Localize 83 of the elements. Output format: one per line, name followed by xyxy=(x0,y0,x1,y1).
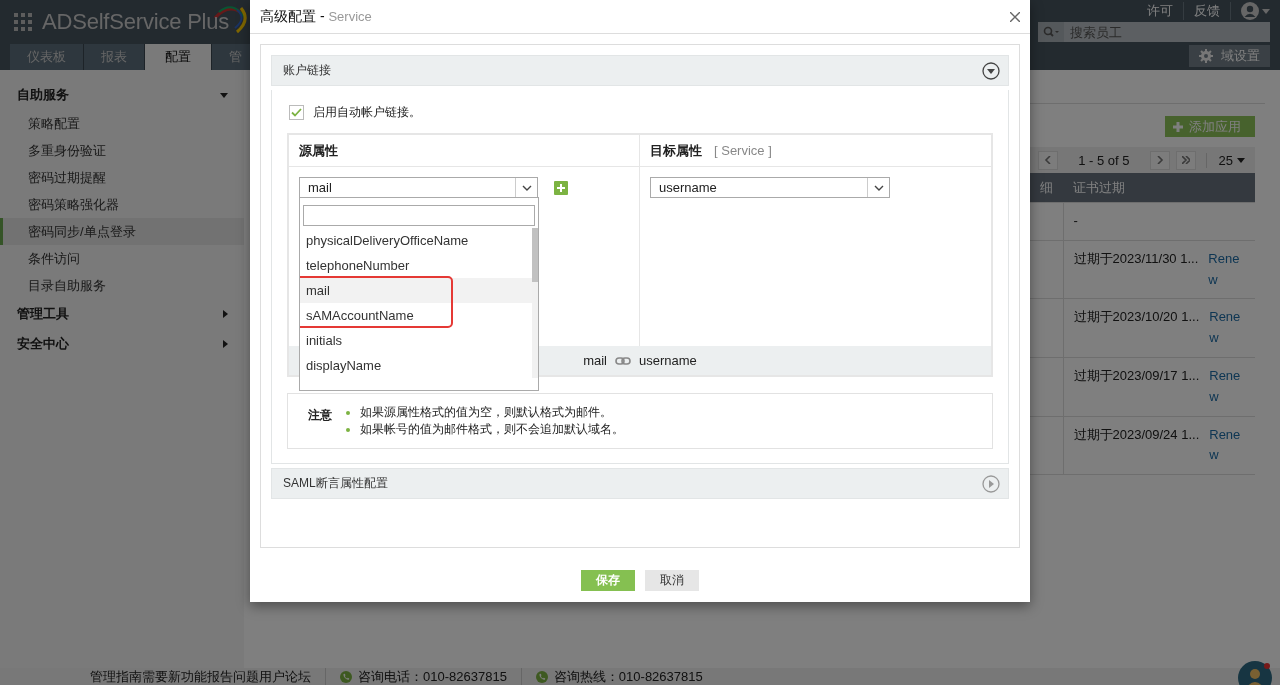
link-icon xyxy=(615,355,631,366)
dropdown-option[interactable]: mail xyxy=(300,278,532,303)
double-chevron-icon xyxy=(1181,156,1190,164)
sidebar-group[interactable]: 管理工具 xyxy=(0,299,244,329)
table-cell-text: 过期于2023/09/17 1... xyxy=(1073,367,1200,385)
dropdown-option[interactable]: displayName xyxy=(300,353,532,378)
attribute-dropdown[interactable]: username xyxy=(650,177,890,198)
domain-settings-button[interactable]: 域设置 xyxy=(1189,45,1270,67)
dialog-title: 高级配置 - Service xyxy=(260,7,372,26)
sidebar-group[interactable]: 自助服务 xyxy=(0,80,244,110)
plus-icon xyxy=(1173,121,1183,132)
pager-button[interactable] xyxy=(1175,150,1196,170)
chevron-down-icon xyxy=(873,184,884,191)
circle-caret-down-icon[interactable] xyxy=(982,61,1000,80)
footer-links[interactable]: 管理指南需要新功能报告问题用户论坛 xyxy=(90,667,325,685)
phone-icon xyxy=(535,670,548,683)
section-header[interactable]: SAML断言属性配置 xyxy=(271,468,1009,499)
section-header[interactable]: 账户链接 xyxy=(271,55,1009,86)
header-link[interactable]: 反馈 xyxy=(1184,2,1231,20)
renew-link[interactable]: Renew xyxy=(1208,248,1243,291)
chevron-down-icon xyxy=(521,184,532,191)
caret-down-icon xyxy=(220,92,228,98)
caret-right-icon xyxy=(223,340,228,348)
sidebar-item[interactable]: 目录自助服务 xyxy=(0,272,244,299)
page-size-dropdown[interactable]: 25 xyxy=(1205,152,1245,168)
table-cell-text: 过期于2023/10/20 1... xyxy=(1073,308,1200,327)
checkbox[interactable] xyxy=(289,105,304,120)
cancel-button[interactable]: 取消 xyxy=(645,569,699,591)
gear-icon xyxy=(1199,49,1213,63)
dropdown-option[interactable]: physicalDeliveryOfficeName xyxy=(300,228,532,253)
caret-icon[interactable] xyxy=(1262,8,1270,14)
dropdown-option[interactable]: initials xyxy=(300,328,532,353)
phone-icon xyxy=(340,670,352,683)
caret-icon xyxy=(1237,157,1245,163)
page-range: 1 - 5 of 5 xyxy=(1077,152,1131,168)
dropdown-option[interactable]: sAMAccountName xyxy=(300,303,532,328)
sidebar-item[interactable]: 密码策略强化器 xyxy=(0,191,244,218)
dropdown-search-field[interactable] xyxy=(303,205,535,226)
chevron-left-icon xyxy=(1044,156,1053,164)
table-cell-text: 过期于2023/11/30 1... xyxy=(1073,249,1199,268)
close-icon[interactable] xyxy=(1010,11,1020,22)
target-app-label: [ Service ] xyxy=(714,143,772,158)
table-cell-text: 过期于2023/09/24 1... xyxy=(1073,425,1200,444)
mapping-source: mail xyxy=(583,353,607,368)
footer-text: 咨询热线：010-82637815 xyxy=(553,667,703,685)
chevron-right-icon xyxy=(1155,156,1164,164)
note-text: 如果帐号的值为邮件格式，则不会追加默认域名。 xyxy=(360,422,624,437)
nav-tab[interactable]: 配置 xyxy=(145,44,212,70)
product-logo: ADSelfService Plus xyxy=(42,9,230,35)
sidebar-item[interactable]: 密码过期提醒 xyxy=(0,164,244,191)
pager-button[interactable] xyxy=(1038,150,1059,170)
user-avatar-icon[interactable] xyxy=(1241,2,1259,20)
add-icon[interactable] xyxy=(554,180,568,195)
save-button[interactable]: 保存 xyxy=(581,569,635,591)
pager-button[interactable] xyxy=(1149,150,1170,170)
column-header: 证书过期 xyxy=(1063,173,1255,203)
renew-link[interactable]: Renew xyxy=(1209,307,1244,349)
apps-grid-icon[interactable] xyxy=(14,13,32,31)
sidebar-group[interactable]: 安全中心 xyxy=(0,329,244,359)
sidebar-item[interactable]: 多重身份验证 xyxy=(0,137,244,164)
sidebar-item[interactable]: 密码同步/单点登录 xyxy=(0,218,244,245)
renew-link[interactable]: Renew xyxy=(1209,366,1244,408)
attribute-dropdown[interactable]: mail xyxy=(299,177,538,198)
note-label: 注意 xyxy=(308,407,332,424)
renew-link[interactable]: Renew xyxy=(1209,424,1244,467)
scrollbar-thumb[interactable] xyxy=(532,228,538,282)
header-link[interactable]: 许可 xyxy=(1137,2,1184,20)
search-icon[interactable] xyxy=(1043,26,1059,38)
dropdown-option[interactable]: telephoneNumber xyxy=(300,253,532,278)
circle-play-icon[interactable] xyxy=(982,474,1000,493)
checkbox-label: 启用自动帐户链接。 xyxy=(313,104,421,121)
check-icon xyxy=(291,108,302,117)
mapping-target: username xyxy=(639,353,697,368)
table-cell-text: - xyxy=(1073,212,1078,230)
column-header: 目标属性 xyxy=(650,141,702,160)
sidebar-item[interactable]: 策略配置 xyxy=(0,110,244,137)
column-header: 源属性 xyxy=(299,141,338,160)
chat-support-icon[interactable] xyxy=(1238,661,1272,685)
caret-right-icon xyxy=(223,310,228,318)
note-text: 如果源属性格式的值为空，则默认格式为邮件。 xyxy=(360,405,612,420)
column-header: 细 xyxy=(1030,173,1063,203)
sidebar-item[interactable]: 条件访问 xyxy=(0,245,244,272)
footer-text: 咨询电话：010-82637815 xyxy=(358,667,507,685)
